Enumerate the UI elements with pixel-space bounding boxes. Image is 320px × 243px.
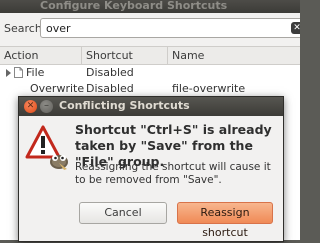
shortcut-cell[interactable]: Disabled [86, 66, 134, 79]
gimp-mascot-icon [50, 155, 68, 170]
dialog-titlebar[interactable]: ✕ – Conflicting Shortcuts [19, 97, 283, 116]
column-header-name[interactable]: Name [172, 49, 204, 62]
main-titlebar[interactable]: Configure Keyboard Shortcuts [0, 0, 300, 13]
search-input-value: over [46, 22, 71, 35]
column-header-shortcut[interactable]: Shortcut [86, 49, 133, 62]
minimize-icon[interactable]: – [40, 100, 53, 113]
conflict-message: Reassigning the shortcut will cause it t… [75, 161, 271, 186]
column-header-action[interactable]: Action [4, 49, 38, 62]
clear-icon[interactable]: ✕ [291, 22, 300, 34]
search-input[interactable]: over ✕ [40, 18, 300, 38]
dialog-title: Conflicting Shortcuts [59, 99, 190, 112]
tree-row[interactable]: Overwrite Disabled file-overwrite [0, 81, 300, 97]
reassign-shortcut-button[interactable]: Reassign shortcut [177, 202, 273, 239]
column-separator [81, 47, 82, 64]
shortcut-cell[interactable]: Disabled [86, 82, 134, 95]
action-cell: File [26, 66, 45, 79]
file-icon [14, 67, 23, 78]
expander-arrow-icon[interactable] [6, 69, 11, 77]
tree-row[interactable]: File Disabled [0, 65, 300, 81]
main-window-title: Configure Keyboard Shortcuts [40, 0, 228, 12]
conflict-dialog: ✕ – Conflicting Shortcuts Shortcut "Ctrl… [18, 96, 284, 242]
tree-header: Action Shortcut Name [0, 47, 300, 65]
search-row: Search: over ✕ [4, 18, 300, 40]
name-cell: file-overwrite [172, 82, 246, 95]
column-separator [167, 47, 168, 64]
cancel-button[interactable]: Cancel [79, 202, 167, 224]
close-icon[interactable]: ✕ [24, 100, 37, 113]
action-cell: Overwrite [30, 82, 85, 95]
